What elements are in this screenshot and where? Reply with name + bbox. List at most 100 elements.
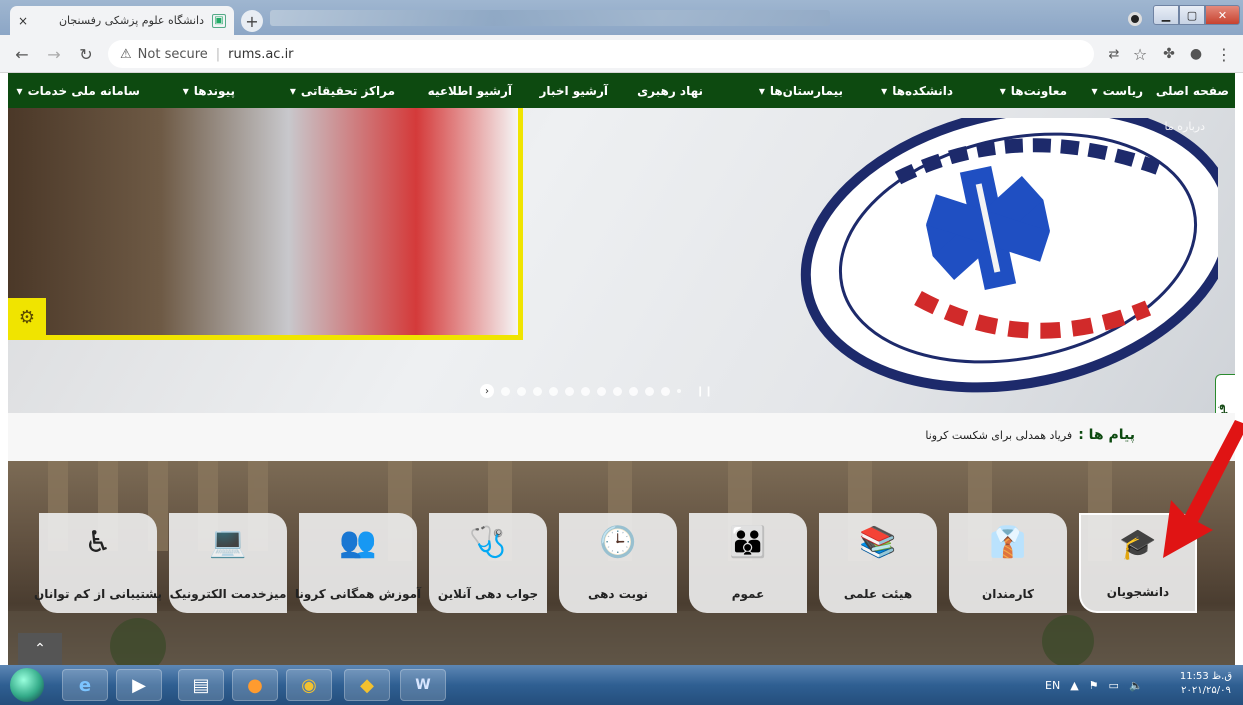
e-desk-icon: 💻 — [209, 525, 247, 560]
app-icon[interactable]: ◆ — [344, 669, 390, 701]
nav-news-archive[interactable]: آرشیو اخبار — [540, 73, 609, 108]
menu-dots-icon[interactable]: ⋮ — [1214, 44, 1234, 64]
service-label: پشتیبانی از کم توانان — [34, 587, 162, 601]
nav-faculties[interactable]: دانشکده‌ها ▾ — [881, 73, 953, 108]
slider-dot[interactable] — [661, 386, 670, 396]
chevron-down-icon: ▾ — [182, 83, 189, 98]
slider-pause-icon[interactable]: ❙❙ — [696, 386, 713, 397]
service-card-faculty[interactable]: 📚 هیئت علمی — [819, 513, 937, 613]
chrome-icon[interactable]: ◉ — [286, 669, 332, 701]
appointment-icon: 🕒 — [599, 525, 637, 560]
red-arrow-annotation — [1163, 420, 1243, 558]
service-label: هیئت علمی — [843, 587, 913, 601]
nav-national-services[interactable]: سامانه ملی خدمات ▾ — [17, 73, 140, 108]
slider-dot[interactable] — [629, 386, 638, 396]
service-label: نوبت دهی — [587, 587, 649, 601]
forward-arrow-icon[interactable]: → — [44, 44, 64, 64]
tray-expand-icon[interactable]: ▲ — [1070, 679, 1078, 692]
nav-hospitals[interactable]: بیمارستان‌ها ▾ — [759, 73, 843, 108]
site-nav: صفحه اصلی ریاست ▾ معاونت‌ها ▾ دانشکده‌ها ▾ … — [8, 73, 1235, 108]
ie-icon[interactable]: e — [62, 669, 108, 701]
slider-dot[interactable] — [581, 386, 590, 396]
window-close-button[interactable]: ✕ — [1205, 5, 1240, 25]
service-label: کارمندان — [981, 587, 1034, 601]
service-card-corona-training[interactable]: 👥 آموزش همگانی کرونا — [295, 513, 421, 613]
back-arrow-icon[interactable]: ← — [12, 44, 32, 64]
quick-access-tab[interactable]: فهرست دسترسی سریع ‹ — [1215, 374, 1235, 413]
profile-indicator-icon[interactable] — [1128, 12, 1142, 26]
doctor-icon: 🩺 — [469, 525, 507, 560]
warning-icon: ⚠ — [120, 46, 132, 62]
about-link[interactable]: درباره ما — [1165, 120, 1205, 133]
gear-icon[interactable]: ⚙ — [8, 298, 46, 336]
slider-dot[interactable] — [597, 386, 606, 396]
featured-photo[interactable]: ⚙ — [8, 108, 523, 340]
message-link[interactable]: فریاد همدلی برای شکست کرونا — [925, 429, 1072, 442]
clock-date: ۲۰۲۱/۲۵/۰۹ — [1181, 685, 1231, 696]
language-indicator[interactable]: EN — [1045, 679, 1060, 692]
nav-label: آرشیو اخبار — [539, 83, 609, 98]
window-minimize-button[interactable]: ▁ — [1153, 5, 1179, 25]
service-card-public[interactable]: 👪 عموم — [689, 513, 807, 613]
service-card-appointments[interactable]: 🕒 نوبت دهی — [559, 513, 677, 613]
system-tray: EN ▲ ⚑ ▭ 🔈 — [1045, 665, 1143, 705]
people-icon: 👪 — [729, 525, 767, 560]
url-text: rums.ac.ir — [228, 46, 294, 62]
address-bar[interactable]: ⚠ Not secure | rums.ac.ir — [108, 40, 1094, 68]
nav-label: بیمارستان‌ها — [769, 83, 843, 98]
volume-icon[interactable]: 🔈 — [1129, 679, 1143, 692]
bookmark-star-icon[interactable]: ☆ — [1130, 44, 1150, 64]
slider-dot-active[interactable] — [677, 389, 681, 393]
browser-tab-bar: × دانشگاه علوم پزشکی رفسنجان ▣ + ▁ ▢ ✕ — [0, 0, 1243, 35]
nav-announcements-archive[interactable]: آرشیو اطلاعیه — [428, 73, 512, 108]
start-button[interactable] — [10, 668, 44, 702]
scroll-to-top-button[interactable]: ⌃ — [18, 633, 62, 665]
translate-icon[interactable]: ⇄ — [1104, 44, 1124, 64]
service-card-online-results[interactable]: 🩺 جواب دهی آنلاین — [429, 513, 547, 613]
slider-dot[interactable] — [517, 386, 526, 396]
browser-tab[interactable]: × دانشگاه علوم پزشکی رفسنجان ▣ — [10, 6, 234, 35]
reload-icon[interactable]: ↻ — [76, 44, 96, 64]
clock[interactable]: 11:53 ق.ظ ۲۰۲۱/۲۵/۰۹ — [1176, 670, 1236, 698]
flag-icon[interactable]: ⚑ — [1089, 679, 1099, 692]
slider-dot[interactable] — [501, 386, 510, 396]
nav-home[interactable]: صفحه اصلی — [1156, 73, 1229, 108]
tab-close-icon[interactable]: × — [18, 14, 28, 28]
slider-dot[interactable] — [533, 386, 542, 396]
account-icon[interactable]: ● — [1186, 44, 1206, 64]
extensions-icon[interactable]: ✤ — [1159, 44, 1179, 64]
service-card-accessibility[interactable]: ♿ پشتیبانی از کم توانان — [34, 513, 162, 613]
new-tab-button[interactable]: + — [241, 10, 263, 32]
nav-research-centers[interactable]: مراکز تحقیقاتی ▾ — [290, 73, 395, 108]
browser-toolbar: ← → ↻ ⚠ Not secure | rums.ac.ir ⇄ ☆ ✤ ● … — [0, 35, 1243, 73]
nav-deputies[interactable]: معاونت‌ها ▾ — [1000, 73, 1067, 108]
service-card-employees[interactable]: 👔 کارمندان — [949, 513, 1067, 613]
chevron-down-icon: ▾ — [881, 83, 888, 98]
tab-strip-background — [270, 10, 830, 26]
nav-links[interactable]: پیوندها ▾ — [183, 73, 235, 108]
service-card-e-desk[interactable]: 💻 میزخدمت الکترونیک — [169, 513, 287, 613]
slider-dot[interactable] — [565, 386, 574, 396]
slider-dot[interactable] — [613, 386, 622, 396]
emergency-patch-image — [800, 118, 1218, 393]
media-player-icon[interactable]: ▶ — [116, 669, 162, 701]
slider-dot[interactable] — [645, 386, 654, 396]
hero-slider: درباره ما ⚙ › ❙❙ فهرست دسترسی سریع ‹ — [8, 108, 1235, 413]
nav-label: معاونت‌ها — [1010, 83, 1067, 98]
folder-icon[interactable]: ▤ — [178, 669, 224, 701]
accessibility-icon: ♿ — [84, 525, 112, 560]
firefox-icon[interactable]: ● — [232, 669, 278, 701]
network-icon[interactable]: ▭ — [1109, 679, 1119, 692]
nav-label: ریاست — [1102, 83, 1143, 98]
nav-presidency[interactable]: ریاست ▾ — [1092, 73, 1143, 108]
nav-leadership[interactable]: نهاد رهبری — [637, 73, 703, 108]
chevron-down-icon: ▾ — [1091, 83, 1098, 98]
slider-next-icon[interactable]: › — [480, 384, 494, 398]
not-secure-label[interactable]: Not secure — [138, 47, 208, 62]
service-label: دانشجویان — [1106, 585, 1170, 599]
chevron-down-icon: ▾ — [758, 83, 765, 98]
word-icon[interactable]: W — [400, 669, 446, 701]
window-maximize-button[interactable]: ▢ — [1179, 5, 1205, 25]
slider-dot[interactable] — [549, 386, 558, 396]
tab-favicon-icon: ▣ — [212, 13, 226, 28]
